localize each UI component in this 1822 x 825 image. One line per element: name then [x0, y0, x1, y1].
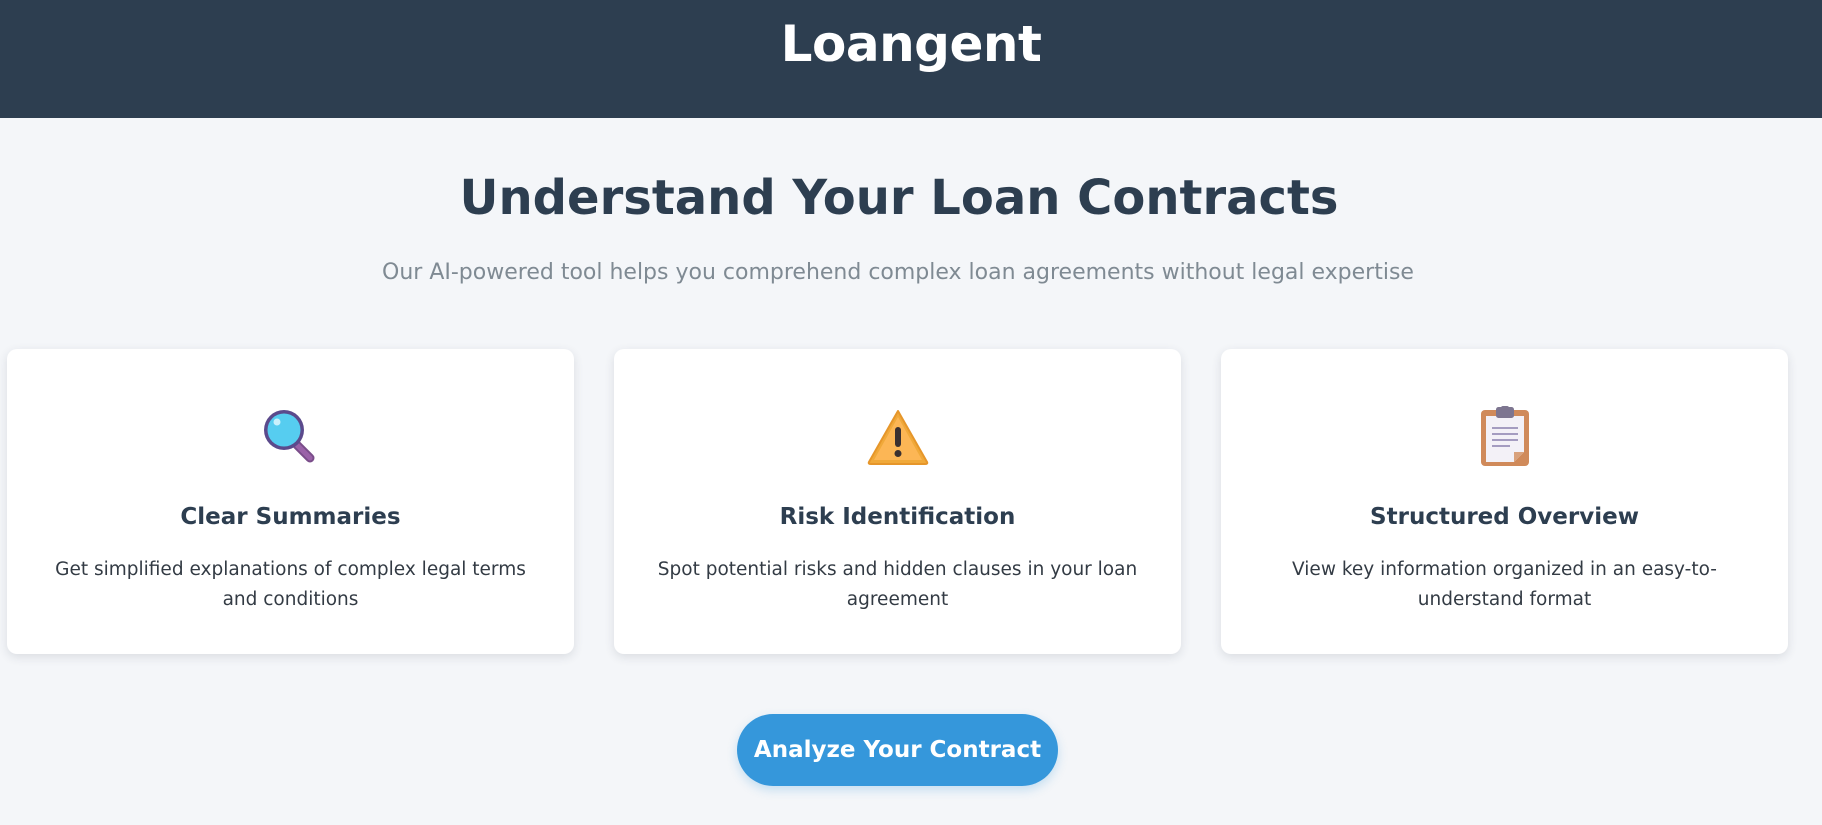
- feature-card-clear-summaries: Clear Summaries Get simplified explanati…: [7, 349, 574, 654]
- page-subtitle: Our AI-powered tool helps you comprehend…: [382, 260, 1414, 285]
- feature-description: Spot potential risks and hidden clauses …: [657, 559, 1138, 610]
- warning-icon: [614, 405, 1181, 469]
- feature-title: Clear Summaries: [180, 504, 401, 530]
- site-header: Loangent: [0, 0, 1822, 118]
- feature-description: Get simplified explanations of complex l…: [55, 559, 526, 610]
- feature-card-risk-identification: Risk Identification Spot potential risks…: [614, 349, 1181, 654]
- feature-title: Structured Overview: [1370, 504, 1639, 530]
- clipboard-icon: [1221, 405, 1788, 469]
- magnifying-glass-icon: [7, 405, 574, 469]
- page-title: Understand Your Loan Contracts: [459, 170, 1339, 226]
- feature-card-structured-overview: Structured Overview View key information…: [1221, 349, 1788, 654]
- feature-title: Risk Identification: [779, 504, 1016, 530]
- brand-title: Loangent: [780, 15, 1042, 73]
- analyze-contract-button[interactable]: Analyze Your Contract: [737, 714, 1058, 786]
- feature-description: View key information organized in an eas…: [1292, 559, 1717, 610]
